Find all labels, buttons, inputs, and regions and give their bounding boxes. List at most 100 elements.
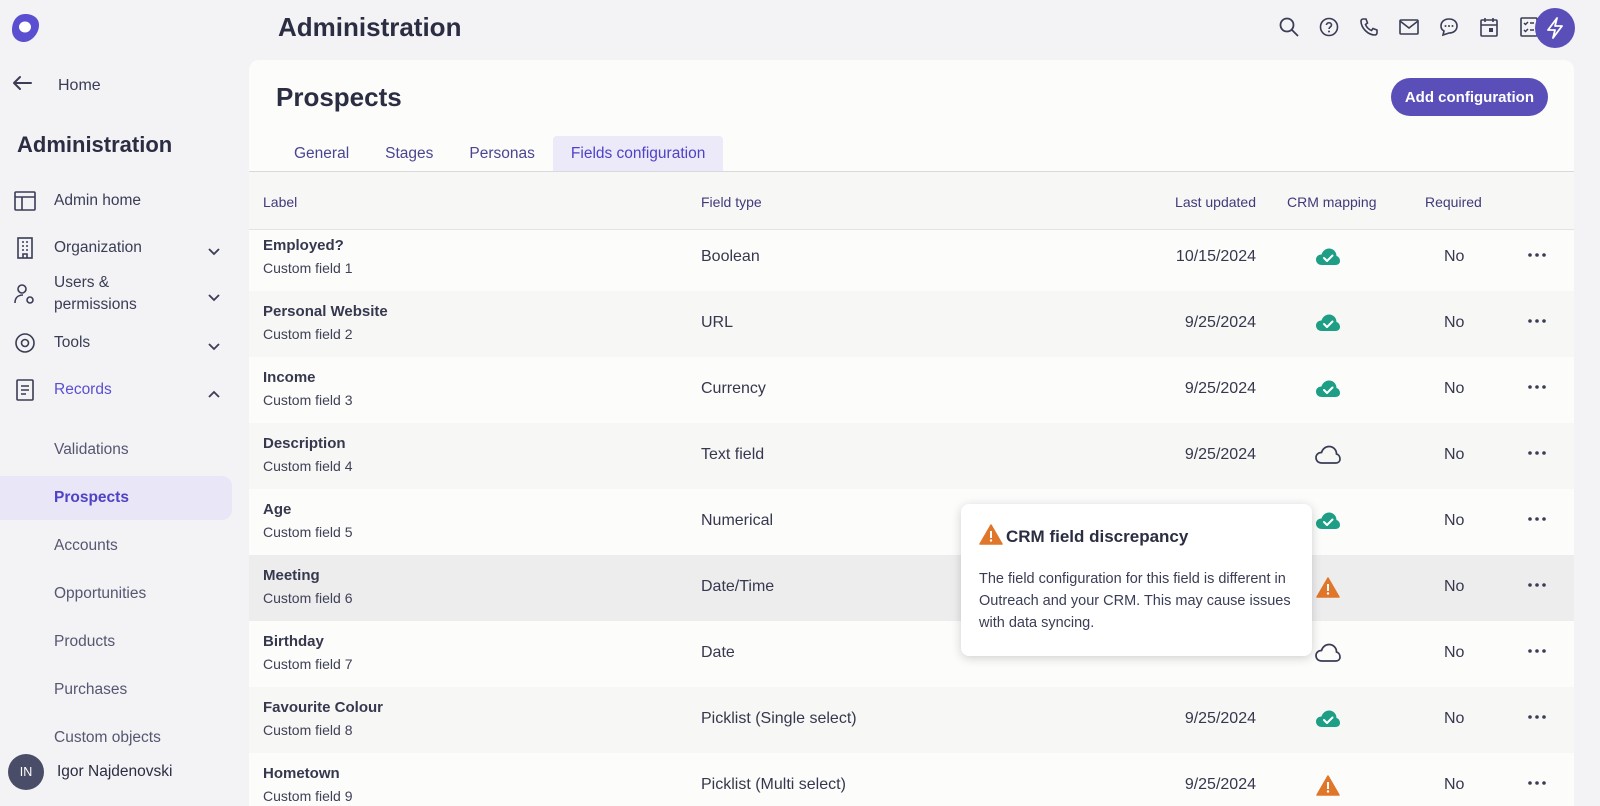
field-label-cell: Birthday Custom field 7 [263,633,352,672]
search-icon[interactable] [1276,14,1302,40]
table-row[interactable]: Birthday Custom field 7 Date No [249,621,1574,687]
mail-icon[interactable] [1396,14,1422,40]
chat-icon[interactable] [1436,14,1462,40]
more-options-icon[interactable] [1525,705,1549,729]
more-options-icon[interactable] [1525,507,1549,531]
table-row[interactable]: Hometown Custom field 9 Picklist (Multi se… [249,753,1574,806]
sidebar-subitem-prospects[interactable]: Prospects [0,476,232,520]
more-options-icon[interactable] [1525,573,1549,597]
required-value: No [1444,644,1465,661]
table-row[interactable]: Meeting Custom field 6 Date/Time No [249,555,1574,621]
sidebar-item-admin-home[interactable]: Admin home [12,188,228,214]
last-updated: 9/25/2024 [1184,380,1256,397]
sidebar-item-tools[interactable]: Tools [12,330,228,356]
column-header-label[interactable]: Label [263,194,297,210]
warning-icon[interactable] [1315,575,1341,599]
sidebar-subitem-opportunities[interactable]: Opportunities [0,572,232,616]
cloud-icon[interactable] [1315,443,1341,467]
table-row[interactable]: Description Custom field 4 Text field 9/25/… [249,423,1574,489]
field-api-name: Custom field 5 [263,524,353,540]
cloud-check-icon[interactable] [1315,311,1341,335]
sidebar-subitem-accounts[interactable]: Accounts [0,524,232,568]
cloud-icon[interactable] [1315,641,1341,665]
field-label-cell: Favourite Colour Custom field 8 [263,699,383,738]
field-name: Employed? [263,237,344,254]
more-options-icon[interactable] [1525,243,1549,267]
required-value: No [1444,248,1465,265]
field-api-name: Custom field 9 [263,788,353,804]
table-row[interactable]: Income Custom field 3 Currency 9/25/2024 No [249,357,1574,423]
field-type: Text field [701,446,765,463]
sidebar-item-users-permissions[interactable]: Users & permissions [12,272,228,316]
calendar-icon[interactable] [1476,14,1502,40]
column-header-last-updated[interactable]: Last updated [1175,194,1256,210]
field-type: Date/Time [701,578,775,595]
required-value: No [1444,776,1465,793]
chevron-up-icon [208,385,220,398]
sidebar-subitem-products[interactable]: Products [0,620,232,664]
warning-icon [979,524,1003,550]
user-gear-icon [12,281,38,307]
tab-stages[interactable]: Stages [367,136,451,172]
table-row[interactable]: Favourite Colour Custom field 8 Picklist (… [249,687,1574,753]
tab-general[interactable]: General [276,136,367,172]
sidebar-item-label: Tools [54,334,91,351]
chevron-down-icon [208,243,220,256]
field-api-name: Custom field 2 [263,326,353,342]
table-row[interactable]: Personal Website Custom field 2 URL 9/25/20… [249,291,1574,357]
tab-fields-configuration[interactable]: Fields configuration [552,136,724,172]
home-label: Home [58,76,101,94]
more-options-icon[interactable] [1525,375,1549,399]
sidebar-subitem-validations[interactable]: Validations [0,428,232,472]
table-row[interactable]: Age Custom field 5 Numerical No [249,489,1574,555]
more-options-icon[interactable] [1525,639,1549,663]
column-header-crm-mapping[interactable]: CRM mapping [1287,194,1376,210]
more-options-icon[interactable] [1525,441,1549,465]
last-updated: 9/25/2024 [1184,776,1256,793]
outreach-logo-icon[interactable] [10,12,40,44]
last-updated: 9/25/2024 [1184,446,1256,463]
building-icon [12,235,38,261]
help-icon[interactable] [1316,14,1342,40]
sidebar-item-records[interactable]: Records [12,377,228,403]
tooltip-body: The field configuration for this field i… [979,571,1291,631]
home-link[interactable]: Home [12,74,101,97]
sidebar-item-organization[interactable]: Organization [12,235,228,261]
cloud-check-icon[interactable] [1315,245,1341,269]
cloud-check-icon[interactable] [1315,377,1341,401]
bolt-icon[interactable] [1535,8,1575,48]
cloud-check-icon[interactable] [1315,509,1341,533]
warning-icon[interactable] [1315,773,1341,797]
top-toolbar [1276,14,1542,40]
user-profile[interactable]: IN Igor Najdenovski [8,754,172,790]
column-header-field-type[interactable]: Field type [701,194,762,210]
document-icon [12,377,38,403]
field-label-cell: Meeting Custom field 6 [263,567,352,606]
field-api-name: Custom field 3 [263,392,353,408]
field-name: Age [263,501,292,518]
section-title: Prospects [276,82,402,112]
field-label-cell: Income Custom field 3 [263,369,352,408]
table-row[interactable]: Employed? Custom field 1 Boolean 10/15/2024… [249,225,1574,291]
sidebar-item-label: Admin home [54,192,142,209]
more-options-icon[interactable] [1525,771,1549,795]
tab-bar: General Stages Personas Fields configura… [276,136,724,172]
add-configuration-button[interactable]: Add configuration [1390,78,1548,116]
field-api-name: Custom field 1 [263,260,353,276]
phone-icon[interactable] [1356,14,1382,40]
column-header-required[interactable]: Required [1425,194,1482,210]
field-type: Numerical [701,512,774,529]
sidebar: Home Administration Admin home Organizat… [0,0,240,806]
more-options-icon[interactable] [1525,309,1549,333]
crm-discrepancy-tooltip: CRM field discrepancy The field configur… [961,504,1312,656]
last-updated: 9/25/2024 [1184,314,1256,331]
cloud-check-icon[interactable] [1315,707,1341,731]
sidebar-title: Administration [17,132,173,157]
field-type: Date [701,644,735,661]
last-updated: 9/25/2024 [1184,710,1256,727]
field-type: Picklist (Single select) [701,710,857,727]
tab-personas[interactable]: Personas [451,136,552,172]
required-value: No [1444,578,1465,595]
sidebar-subitem-purchases[interactable]: Purchases [0,668,232,712]
field-api-name: Custom field 4 [263,458,353,474]
